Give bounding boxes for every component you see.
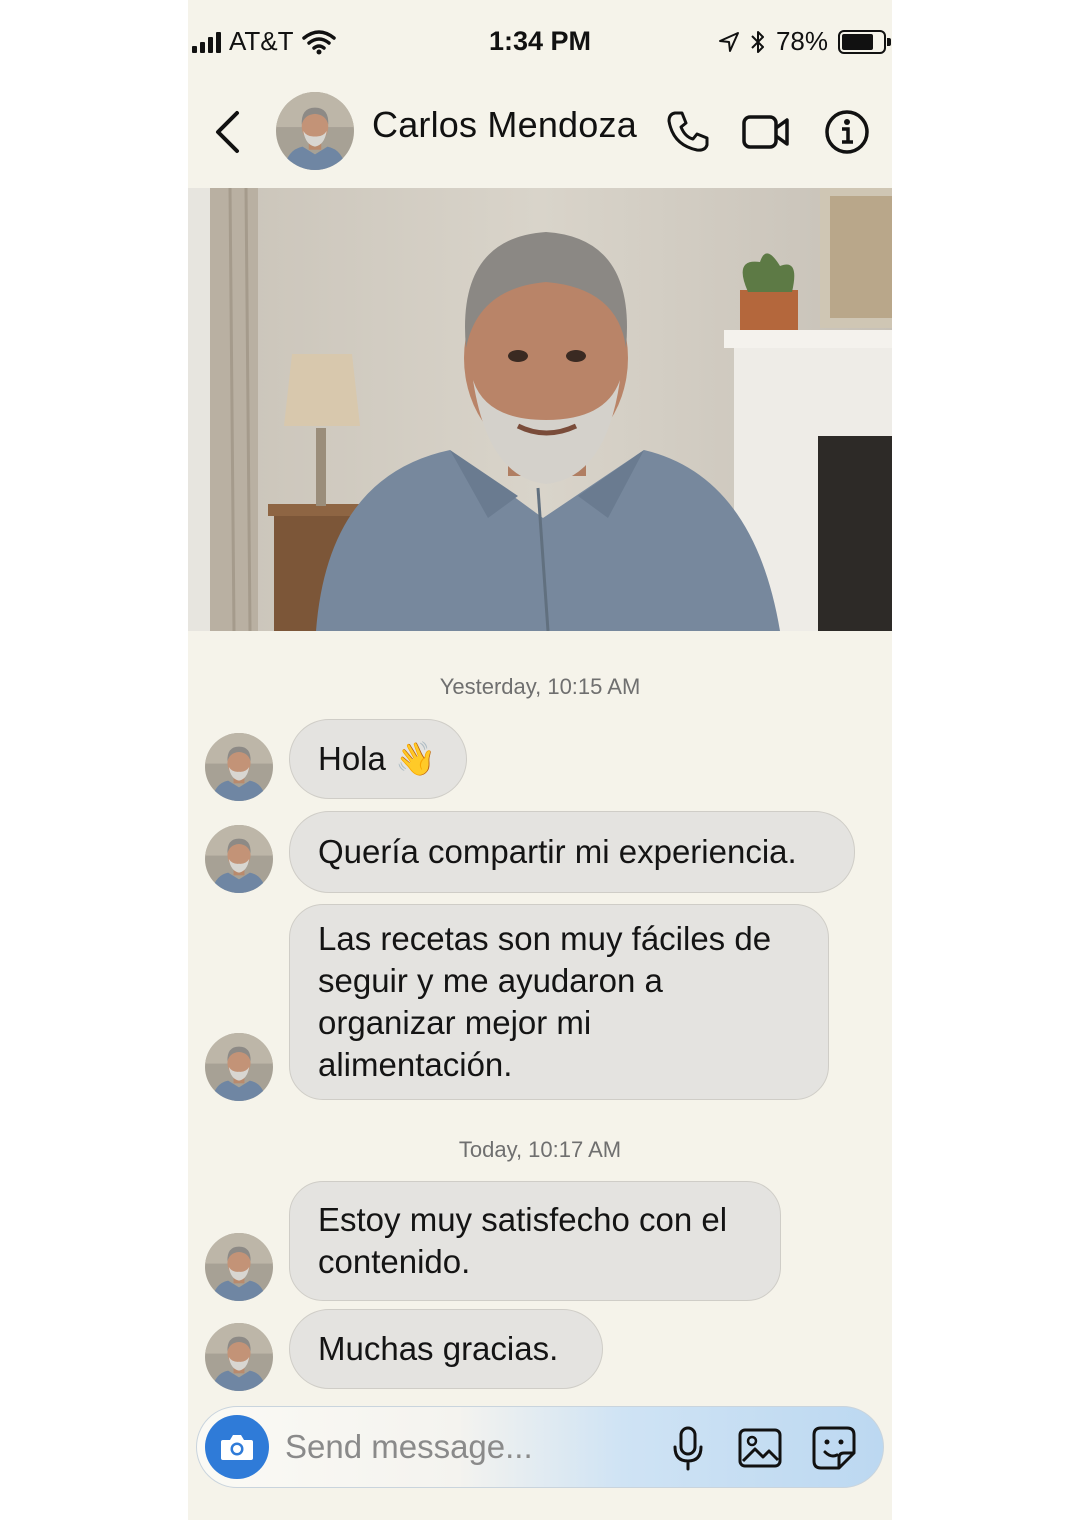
contact-name[interactable]: Carlos Mendoza	[372, 104, 637, 146]
phone-icon	[667, 111, 709, 152]
message-bubble[interactable]: Estoy muy satisfecho con el contenido.	[289, 1181, 781, 1301]
message-bubble[interactable]: Hola 👋	[289, 719, 467, 799]
camera-button[interactable]	[205, 1415, 269, 1479]
shared-photo[interactable]	[188, 188, 892, 631]
sender-avatar[interactable]	[205, 1033, 273, 1101]
sender-avatar[interactable]	[205, 825, 273, 893]
message-bubble[interactable]: Quería compartir mi experiencia.	[289, 811, 855, 893]
info-icon	[825, 110, 869, 154]
voice-message-button[interactable]	[663, 1423, 713, 1473]
status-bar: AT&T 1:34 PM 78%	[188, 0, 892, 84]
battery-icon	[838, 29, 891, 54]
gallery-icon	[738, 1428, 782, 1468]
chat-screen: AT&T 1:34 PM 78% Carlos Mendoza Yesterda…	[188, 0, 892, 1520]
battery-percent: 78%	[775, 26, 828, 56]
contact-avatar[interactable]	[276, 92, 354, 170]
timestamp-yesterday: Yesterday, 10:15 AM	[439, 674, 641, 699]
location-arrow-icon	[718, 31, 739, 52]
bluetooth-icon	[751, 30, 764, 53]
back-chevron-icon	[216, 111, 239, 153]
gallery-button[interactable]	[735, 1423, 785, 1473]
sender-avatar[interactable]	[205, 733, 273, 801]
message-input[interactable]	[285, 1425, 645, 1469]
sender-avatar[interactable]	[205, 1323, 273, 1391]
video-call-button[interactable]	[740, 106, 792, 158]
video-camera-icon	[742, 115, 789, 149]
microphone-icon	[673, 1426, 703, 1471]
timestamp-today: Today, 10:17 AM	[458, 1137, 622, 1162]
info-button[interactable]	[821, 106, 873, 158]
sticker-icon	[812, 1426, 856, 1470]
voice-call-button[interactable]	[662, 106, 714, 158]
sticker-button[interactable]	[809, 1423, 859, 1473]
message-composer	[196, 1406, 884, 1488]
sender-avatar[interactable]	[205, 1233, 273, 1301]
chat-header: Carlos Mendoza	[188, 84, 892, 188]
message-bubble[interactable]: Muchas gracias.	[289, 1309, 603, 1389]
camera-icon	[221, 1435, 253, 1460]
message-bubble[interactable]: Las recetas son muy fáciles de seguir y …	[289, 904, 829, 1100]
back-button[interactable]	[202, 104, 252, 160]
